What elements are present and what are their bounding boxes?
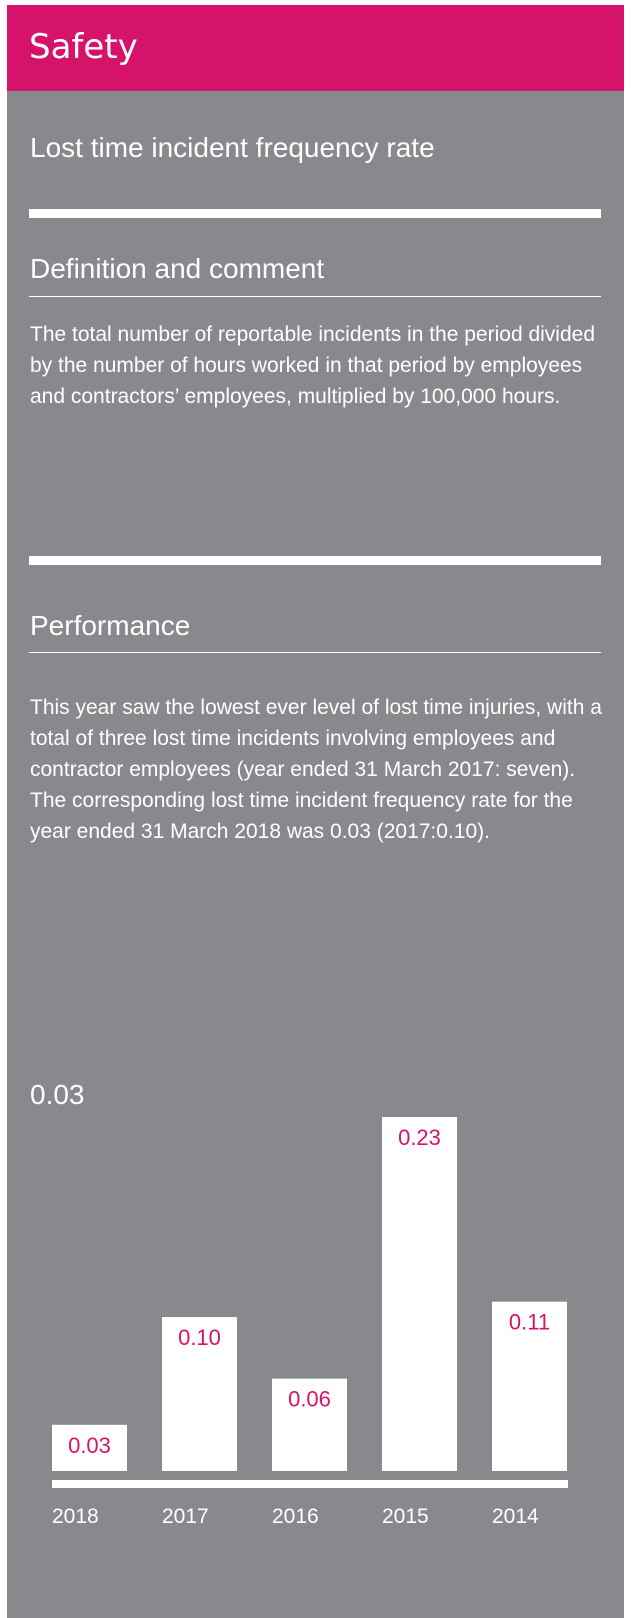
x-tick-label-2016: 2016	[272, 1505, 319, 1528]
bar-chart: 0.03 2018 0.10 2017 0.06 2016 0.23 2015 0.11 2014	[52, 1117, 568, 1528]
x-tick-label-2018: 2018	[52, 1505, 99, 1528]
x-tick-label-2015: 2015	[382, 1505, 429, 1528]
data-label-2015: 0.23	[398, 1125, 441, 1150]
data-label-2017: 0.10	[178, 1325, 221, 1350]
x-tick-label-2014: 2014	[492, 1505, 539, 1528]
kpi-panel: Safety Lost time incident frequency rate…	[7, 5, 624, 1618]
data-label-2016: 0.06	[288, 1387, 331, 1412]
bar-2015	[382, 1117, 457, 1471]
data-label-2018: 0.03	[68, 1433, 111, 1458]
data-label-2014: 0.11	[509, 1310, 550, 1335]
x-tick-label-2017: 2017	[162, 1505, 209, 1528]
x-axis-line	[52, 1480, 568, 1488]
